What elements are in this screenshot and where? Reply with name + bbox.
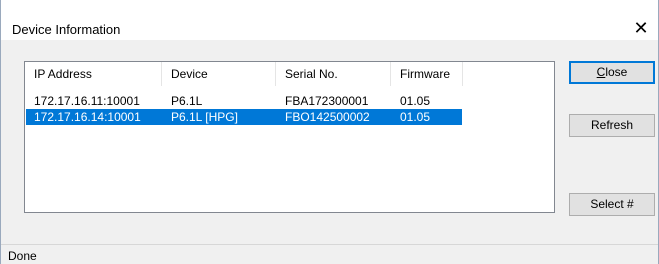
window-title: Device Information — [12, 22, 121, 37]
cell-firmware: 01.05 — [400, 110, 431, 124]
select-number-button[interactable]: Select # — [569, 193, 655, 216]
cell-device: P6.1L [HPG] — [171, 110, 238, 124]
device-row-selected[interactable]: 172.17.16.14:10001 P6.1L [HPG] FBO142500… — [25, 109, 554, 125]
cell-ip-address: 172.17.16.11:10001 — [34, 94, 140, 108]
cell-serial-no: FBO142500002 — [285, 110, 370, 124]
cell-ip-address: 172.17.16.14:10001 — [34, 110, 141, 124]
column-header-ip-address[interactable]: IP Address — [25, 62, 162, 86]
device-row[interactable]: 172.17.16.11:10001 P6.1L FBA172300001 01… — [25, 93, 554, 109]
refresh-button[interactable]: Refresh — [569, 114, 655, 137]
cell-firmware: 01.05 — [400, 94, 431, 108]
column-header-firmware[interactable]: Firmware — [391, 62, 463, 86]
title-bar[interactable]: Device Information ✕ — [1, 0, 658, 40]
device-list-header: IP Address Device Serial No. Firmware — [25, 62, 554, 86]
status-text: Done — [8, 249, 37, 263]
status-bar: Done — [1, 244, 658, 264]
close-icon[interactable]: ✕ — [630, 18, 652, 38]
column-header-serial-no[interactable]: Serial No. — [276, 62, 391, 86]
device-list[interactable]: IP Address Device Serial No. Firmware 17… — [24, 61, 555, 213]
close-button-label: lose — [605, 65, 628, 79]
cell-serial-no: FBA172300001 — [285, 94, 369, 108]
close-button[interactable]: Close — [569, 61, 655, 84]
cell-device: P6.1L — [171, 94, 203, 108]
column-header-device[interactable]: Device — [162, 62, 276, 86]
device-information-window: Device Information ✕ IP Address Device S… — [0, 0, 659, 264]
